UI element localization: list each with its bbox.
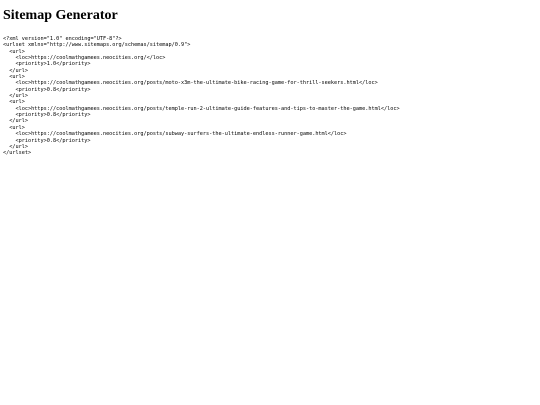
sitemap-xml-output: <?xml version="1.0" encoding="UTF-8"?> <… xyxy=(3,36,400,157)
page-title: Sitemap Generator xyxy=(3,8,118,23)
